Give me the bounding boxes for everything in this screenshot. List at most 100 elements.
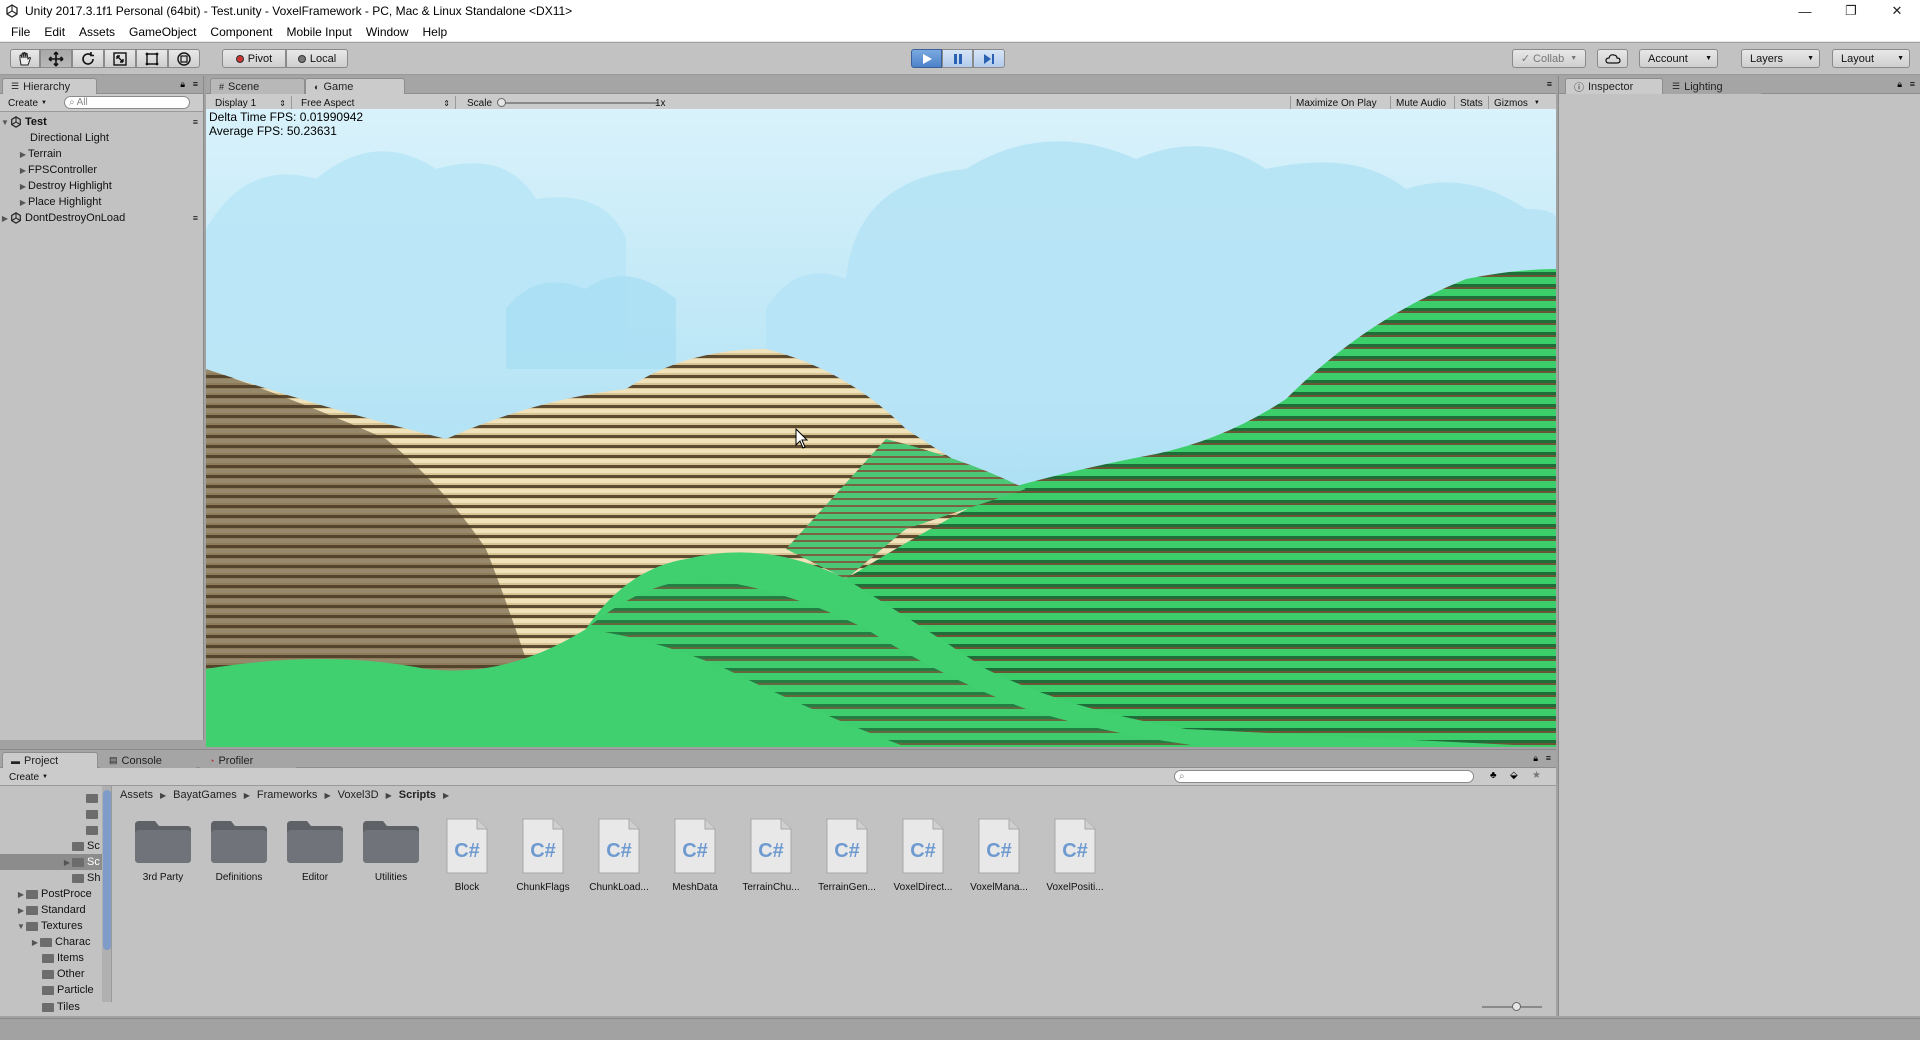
hierarchy-item[interactable]: ▶ Place Highlight — [0, 194, 204, 210]
scene-menu-icon[interactable]: ≡ — [193, 117, 198, 127]
tree-scrollbar[interactable] — [102, 786, 111, 1002]
tree-folder[interactable]: ▶ PostProce — [16, 886, 102, 902]
asset-script[interactable]: C# ChunkFlags — [505, 817, 581, 893]
account-dropdown[interactable]: Account ▼ — [1639, 49, 1718, 68]
project-create-dropdown[interactable]: Create ▼ — [4, 770, 53, 784]
tree-folder[interactable] — [86, 790, 101, 806]
collab-dropdown[interactable]: ✓ Collab ▼ — [1512, 49, 1586, 68]
panel-menu-icon[interactable]: ≡ — [1547, 79, 1552, 89]
tab-console[interactable]: ▤ Console — [100, 752, 196, 768]
breadcrumb-item[interactable]: Frameworks — [257, 789, 318, 801]
maximize-on-play-toggle[interactable]: Maximize On Play — [1290, 96, 1382, 110]
filter-by-label-icon[interactable]: ⬙ — [1510, 770, 1518, 781]
play-button[interactable] — [911, 49, 942, 68]
tree-folder[interactable]: Items — [42, 950, 102, 966]
local-toggle[interactable]: Local — [286, 49, 348, 68]
mute-audio-toggle[interactable]: Mute Audio — [1390, 96, 1451, 110]
minimize-button[interactable]: — — [1782, 0, 1828, 22]
filter-by-type-icon[interactable]: ♣ — [1490, 770, 1497, 781]
rotate-tool-button[interactable] — [72, 49, 104, 68]
rect-tool-button[interactable] — [136, 49, 168, 68]
collapsed-arrow-icon[interactable]: ▶ — [62, 858, 72, 867]
collapsed-arrow-icon[interactable]: ▶ — [16, 906, 26, 915]
tab-scene[interactable]: # Scene — [210, 78, 305, 94]
transform-tool-button[interactable] — [168, 49, 200, 68]
collapsed-arrow-icon[interactable]: ▶ — [18, 166, 28, 175]
breadcrumb-item[interactable]: BayatGames — [173, 789, 237, 801]
lock-icon[interactable]: 🔒︎ — [180, 79, 185, 90]
tree-folder[interactable]: Particle — [42, 982, 102, 998]
menu-component[interactable]: Component — [203, 25, 279, 39]
expanded-arrow-icon[interactable]: ▼ — [0, 118, 10, 127]
step-button[interactable] — [973, 49, 1005, 68]
menu-assets[interactable]: Assets — [72, 25, 122, 39]
tree-folder[interactable] — [86, 806, 101, 822]
stats-toggle[interactable]: Stats — [1454, 96, 1488, 110]
aspect-dropdown[interactable]: Free Aspect ⇕ — [296, 96, 456, 110]
collapsed-arrow-icon[interactable]: ▶ — [18, 150, 28, 159]
hierarchy-item[interactable]: ▶ FPSController — [0, 162, 204, 178]
move-tool-button[interactable] — [40, 49, 72, 68]
scale-tool-button[interactable] — [104, 49, 136, 68]
menu-window[interactable]: Window — [359, 25, 416, 39]
close-button[interactable]: ✕ — [1874, 0, 1920, 22]
asset-script[interactable]: C# Block — [429, 817, 505, 893]
asset-folder[interactable]: Editor — [277, 817, 353, 883]
collapsed-arrow-icon[interactable]: ▶ — [16, 890, 26, 899]
game-viewport[interactable]: Delta Time FPS: 0.01990942 Average FPS: … — [206, 109, 1556, 747]
tab-hierarchy[interactable]: ☰ Hierarchy — [2, 78, 97, 94]
menu-file[interactable]: File — [4, 25, 37, 39]
asset-folder[interactable]: Definitions — [201, 817, 277, 883]
scene-row-dontdestroyonload[interactable]: ▶ DontDestroyOnLoad ≡ — [0, 210, 204, 226]
menu-mobile-input[interactable]: Mobile Input — [279, 25, 358, 39]
cloud-button[interactable] — [1597, 49, 1628, 68]
hierarchy-item[interactable]: Directional Light — [0, 130, 204, 146]
tab-lighting[interactable]: ☰ Lighting — [1663, 78, 1761, 94]
panel-menu-icon[interactable]: ≡ — [1910, 79, 1915, 89]
hierarchy-search-input[interactable]: ⌕ All — [64, 96, 190, 109]
favorite-star-icon[interactable]: ★ — [1532, 770, 1541, 781]
asset-script[interactable]: C# MeshData — [657, 817, 733, 893]
asset-folder[interactable]: Utilities — [353, 817, 429, 883]
asset-script[interactable]: C# TerrainChu... — [733, 817, 809, 893]
tree-folder[interactable] — [86, 822, 101, 838]
tree-folder[interactable]: ▶ Standard — [16, 902, 102, 918]
asset-script[interactable]: C# VoxelDirect... — [885, 817, 961, 893]
panel-menu-icon[interactable]: ≡ — [193, 79, 198, 89]
collapsed-arrow-icon[interactable]: ▶ — [18, 198, 28, 207]
asset-folder[interactable]: 3rd Party — [125, 817, 201, 883]
scene-menu-icon[interactable]: ≡ — [193, 213, 198, 223]
asset-script[interactable]: C# ChunkLoad... — [581, 817, 657, 893]
scale-slider-thumb[interactable] — [497, 98, 506, 107]
tree-folder[interactable]: Sh — [72, 870, 102, 886]
breadcrumb-current[interactable]: Scripts — [399, 789, 436, 801]
scene-row-test[interactable]: ▼ Test ≡ — [0, 114, 204, 130]
display-dropdown[interactable]: Display 1 ⇕ — [210, 96, 292, 110]
tree-folder-selected[interactable]: ▶ Sc — [0, 854, 102, 870]
menu-edit[interactable]: Edit — [37, 25, 72, 39]
asset-script[interactable]: C# VoxelMana... — [961, 817, 1037, 893]
gizmos-dropdown[interactable]: Gizmos ▼ — [1488, 96, 1545, 110]
hierarchy-item[interactable]: ▶ Terrain — [0, 146, 204, 162]
project-search-input[interactable]: ⌕ — [1174, 770, 1474, 783]
create-dropdown[interactable]: Create ▼ — [3, 96, 52, 110]
tree-folder[interactable]: ▼ Textures — [16, 918, 102, 934]
tree-folder[interactable]: Sc — [72, 838, 102, 854]
collapsed-arrow-icon[interactable]: ▶ — [30, 938, 40, 947]
collapsed-arrow-icon[interactable]: ▶ — [0, 214, 10, 223]
layout-dropdown[interactable]: Layout ▼ — [1832, 49, 1910, 68]
tab-project[interactable]: ▬ Project — [2, 752, 98, 768]
tree-folder[interactable]: Tiles — [42, 999, 102, 1015]
tree-folder[interactable]: ▶ Charac — [30, 934, 102, 950]
breadcrumb-item[interactable]: Assets — [120, 789, 153, 801]
lock-icon[interactable]: 🔒︎ — [1533, 753, 1538, 764]
lock-icon[interactable]: 🔒︎ — [1897, 79, 1902, 90]
scale-slider-track[interactable] — [498, 102, 658, 104]
pause-button[interactable] — [942, 49, 973, 68]
asset-script[interactable]: C# VoxelPositi... — [1037, 817, 1113, 893]
tree-folder[interactable]: Other — [42, 966, 102, 982]
layers-dropdown[interactable]: Layers ▼ — [1741, 49, 1820, 68]
maximize-button[interactable]: ❐ — [1828, 0, 1874, 22]
tab-profiler[interactable]: ◔ Profiler — [200, 752, 296, 768]
icon-size-slider-thumb[interactable] — [1512, 1002, 1521, 1011]
